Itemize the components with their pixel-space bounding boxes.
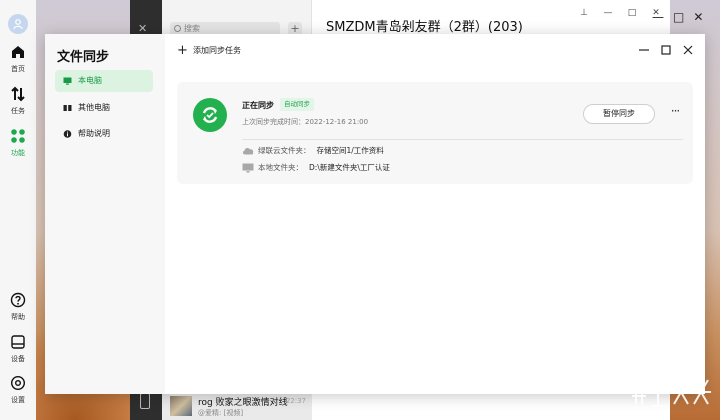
rail-label-settings: 设置 [11, 396, 25, 404]
transfer-icon [11, 86, 25, 102]
dialog-sidebar: 文件同步 本电脑 其他电脑 帮助说明 [45, 34, 165, 394]
pause-sync-button[interactable]: 暂停同步 [583, 104, 655, 124]
sync-status-icon [193, 98, 227, 132]
dialog-main: + 添加同步任务 正在同步 自动同步 上次同步完成时间：2022-12-16 2… [165, 34, 705, 394]
chat-title: SMZDM青岛剁友群（2群）(203) [326, 20, 523, 35]
apps-icon [11, 129, 25, 143]
chat-minimize-icon[interactable]: — [602, 8, 614, 18]
watermark-logo [632, 376, 711, 407]
add-sync-task-button[interactable]: + 添加同步任务 [177, 43, 241, 59]
rail-item-settings[interactable]: 设置 [0, 375, 36, 405]
sidebar-item-label: 帮助说明 [78, 129, 110, 138]
sidebar-item-other-pcs[interactable]: 其他电脑 [55, 97, 153, 119]
pin-icon[interactable]: ⊥ [578, 8, 590, 18]
chat-list-item[interactable]: rog 败家之眼激情对线 @爱精: [视频] 22:37 [162, 392, 312, 420]
computer-icon [242, 163, 254, 173]
app-window-controls: — □ ✕ [652, 10, 703, 24]
chat-window-controls: ⊥ — □ ✕ [578, 8, 662, 18]
app-close-icon[interactable]: ✕ [693, 10, 703, 24]
rail-label-home: 首页 [11, 65, 25, 73]
chat-maximize-icon[interactable]: □ [626, 8, 638, 18]
last-sync-time: 上次同步完成时间：2022-12-16 21:00 [242, 118, 369, 126]
rail-item-home[interactable]: 首页 [0, 44, 36, 74]
card-divider [242, 139, 683, 140]
computers-icon [63, 105, 72, 111]
settings-icon [10, 375, 26, 391]
close-icon[interactable] [679, 42, 697, 58]
chat-item-preview: @爱精: [视频] [198, 409, 244, 417]
home-icon [12, 46, 24, 58]
rail-item-features[interactable]: 功能 [0, 128, 36, 158]
cloud-icon [242, 147, 254, 155]
phone-icon[interactable] [140, 393, 150, 409]
user-icon [13, 19, 23, 30]
monitor-icon [63, 77, 72, 85]
chat-item-thumbnail [170, 396, 192, 416]
sidebar-item-label: 本电脑 [78, 76, 102, 85]
chat-item-time: 22:37 [285, 397, 306, 405]
sync-status-text: 正在同步 [242, 101, 274, 110]
local-folder-label: 本地文件夹： [258, 163, 303, 172]
search-icon [174, 25, 181, 32]
chat-item-title: rog 败家之眼激情对线 [198, 398, 288, 408]
local-folder-path: D:\新建文件夹\工厂认证 [309, 163, 390, 172]
rail-item-help[interactable]: 帮助 [0, 292, 36, 322]
auto-sync-badge: 自动同步 [280, 98, 314, 111]
help-icon [10, 292, 26, 308]
nav-rail: 首页 任务 功能 帮助 设备 设置 [0, 0, 36, 420]
avatar[interactable] [8, 14, 28, 34]
refresh-icon [202, 107, 218, 123]
more-options-button[interactable]: ··· [667, 104, 683, 124]
dialog-window-controls [635, 42, 697, 58]
sync-task-card: 正在同步 自动同步 上次同步完成时间：2022-12-16 21:00 暂停同步… [177, 82, 693, 184]
local-folder-row: 本地文件夹： D:\新建文件夹\工厂认证 [242, 162, 390, 174]
rail-label-tasks: 任务 [11, 107, 25, 115]
cloud-folder-row: 绿联云文件夹： 存储空间1/工作资料 [242, 145, 384, 157]
app-minimize-icon[interactable]: — [652, 10, 664, 24]
device-icon [11, 335, 25, 349]
cloud-folder-path: 存储空间1/工作资料 [316, 146, 384, 155]
info-icon [63, 130, 72, 138]
rail-label-device: 设备 [11, 355, 25, 363]
rail-label-help: 帮助 [11, 313, 25, 321]
sidebar-item-label: 其他电脑 [78, 103, 110, 112]
plus-icon: + [177, 43, 188, 58]
rail-label-features: 功能 [11, 149, 25, 157]
maximize-icon[interactable] [657, 42, 675, 58]
cloud-folder-label: 绿联云文件夹： [258, 146, 311, 155]
app-maximize-icon[interactable]: □ [673, 10, 684, 24]
rail-item-device[interactable]: 设备 [0, 334, 36, 364]
dialog-title: 文件同步 [57, 50, 110, 65]
minimize-icon[interactable] [635, 42, 653, 58]
sidebar-item-help-docs[interactable]: 帮助说明 [55, 123, 153, 145]
add-sync-task-label: 添加同步任务 [193, 46, 241, 55]
sidebar-item-this-pc[interactable]: 本电脑 [55, 70, 153, 92]
file-sync-dialog: 文件同步 本电脑 其他电脑 帮助说明 + 添加同步任务 正在同步 自动同步 上次… [45, 34, 705, 394]
rail-item-tasks[interactable]: 任务 [0, 86, 36, 116]
